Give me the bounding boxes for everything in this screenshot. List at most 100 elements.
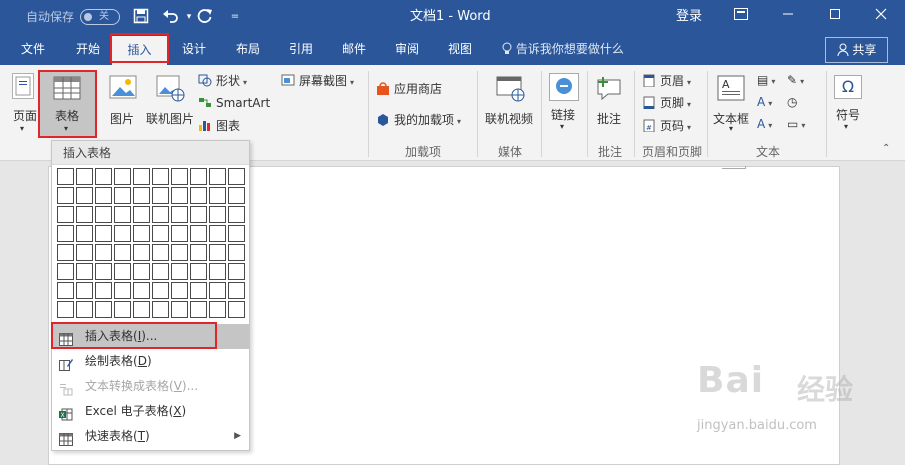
collapse-ribbon-icon[interactable]: ⌃ bbox=[882, 143, 890, 154]
online-picture-button[interactable]: 联机图片 bbox=[144, 69, 198, 129]
grid-cell[interactable] bbox=[228, 225, 245, 242]
customize-qat-icon[interactable]: = bbox=[226, 8, 244, 26]
link-button[interactable]: 链接 ▾ bbox=[545, 69, 583, 139]
grid-cell[interactable] bbox=[76, 301, 93, 318]
grid-cell[interactable] bbox=[95, 187, 112, 204]
date-time-icon[interactable]: ◷ bbox=[787, 95, 797, 109]
grid-cell[interactable] bbox=[171, 168, 188, 185]
grid-cell[interactable] bbox=[133, 244, 150, 261]
grid-cell[interactable] bbox=[95, 225, 112, 242]
undo-icon[interactable] bbox=[162, 8, 180, 26]
grid-cell[interactable] bbox=[57, 187, 74, 204]
grid-cell[interactable] bbox=[171, 282, 188, 299]
shapes-button[interactable]: 形状 ▾ bbox=[198, 71, 247, 91]
grid-cell[interactable] bbox=[171, 263, 188, 280]
grid-cell[interactable] bbox=[209, 263, 226, 280]
grid-cell[interactable] bbox=[228, 206, 245, 223]
footer-button[interactable]: 页脚 ▾ bbox=[642, 93, 691, 113]
grid-cell[interactable] bbox=[190, 187, 207, 204]
grid-cell[interactable] bbox=[228, 301, 245, 318]
grid-cell[interactable] bbox=[133, 263, 150, 280]
screenshot-button[interactable]: 屏幕截图 ▾ bbox=[281, 71, 354, 91]
tab-review[interactable]: 审阅 bbox=[383, 34, 431, 65]
grid-cell[interactable] bbox=[152, 225, 169, 242]
grid-cell[interactable] bbox=[171, 225, 188, 242]
grid-cell[interactable] bbox=[57, 244, 74, 261]
my-addins-button[interactable]: 我的加载项 ▾ bbox=[376, 110, 461, 130]
tab-references[interactable]: 引用 bbox=[277, 34, 325, 65]
grid-cell[interactable] bbox=[76, 168, 93, 185]
smartart-button[interactable]: SmartArt bbox=[198, 93, 270, 113]
grid-cell[interactable] bbox=[209, 225, 226, 242]
grid-cell[interactable] bbox=[152, 168, 169, 185]
tab-file[interactable]: 文件 bbox=[10, 34, 56, 65]
drop-cap-icon[interactable]: A ▾ bbox=[757, 117, 772, 131]
symbol-button[interactable]: Ω 符号 ▾ bbox=[830, 69, 866, 139]
grid-cell[interactable] bbox=[133, 301, 150, 318]
grid-cell[interactable] bbox=[228, 187, 245, 204]
grid-cell[interactable] bbox=[209, 187, 226, 204]
grid-cell[interactable] bbox=[190, 168, 207, 185]
login-link[interactable]: 登录 bbox=[676, 0, 702, 34]
grid-cell[interactable] bbox=[57, 301, 74, 318]
share-button[interactable]: 共享 bbox=[825, 37, 888, 63]
grid-cell[interactable] bbox=[209, 168, 226, 185]
grid-cell[interactable] bbox=[95, 244, 112, 261]
object-icon[interactable]: ▭ ▾ bbox=[787, 117, 805, 131]
grid-cell[interactable] bbox=[171, 301, 188, 318]
convert-text-item[interactable]: 文本转换成表格(V)... bbox=[52, 374, 249, 399]
autosave-toggle[interactable]: 关 bbox=[80, 9, 120, 25]
tell-me-box[interactable]: 告诉我你想要做什么 bbox=[502, 34, 624, 65]
grid-cell[interactable] bbox=[228, 168, 245, 185]
grid-cell[interactable] bbox=[171, 206, 188, 223]
minimize-icon[interactable] bbox=[765, 0, 811, 34]
grid-cell[interactable] bbox=[76, 244, 93, 261]
store-button[interactable]: 应用商店 bbox=[376, 79, 442, 99]
grid-cell[interactable] bbox=[209, 206, 226, 223]
grid-cell[interactable] bbox=[95, 168, 112, 185]
tab-layout[interactable]: 布局 bbox=[224, 34, 272, 65]
grid-cell[interactable] bbox=[114, 187, 131, 204]
grid-cell[interactable] bbox=[152, 282, 169, 299]
grid-cell[interactable] bbox=[228, 282, 245, 299]
grid-cell[interactable] bbox=[152, 244, 169, 261]
grid-cell[interactable] bbox=[152, 301, 169, 318]
tab-home[interactable]: 开始 bbox=[64, 34, 112, 65]
comment-button[interactable]: 批注 bbox=[591, 69, 629, 129]
draw-table-item[interactable]: 绘制表格(D) bbox=[52, 349, 249, 374]
grid-cell[interactable] bbox=[228, 244, 245, 261]
save-icon[interactable] bbox=[132, 8, 150, 26]
grid-cell[interactable] bbox=[133, 206, 150, 223]
grid-cell[interactable] bbox=[190, 301, 207, 318]
grid-cell[interactable] bbox=[114, 282, 131, 299]
grid-cell[interactable] bbox=[76, 225, 93, 242]
grid-cell[interactable] bbox=[76, 282, 93, 299]
table-size-grid[interactable] bbox=[57, 168, 247, 318]
close-icon[interactable] bbox=[858, 0, 904, 34]
textbox-button[interactable]: A 文本框 ▾ bbox=[711, 69, 753, 139]
grid-cell[interactable] bbox=[114, 263, 131, 280]
grid-cell[interactable] bbox=[190, 206, 207, 223]
tab-view[interactable]: 视图 bbox=[436, 34, 484, 65]
grid-cell[interactable] bbox=[57, 168, 74, 185]
page-number-button[interactable]: # 页码 ▾ bbox=[642, 116, 691, 136]
grid-cell[interactable] bbox=[133, 282, 150, 299]
tab-mailings[interactable]: 邮件 bbox=[330, 34, 378, 65]
grid-cell[interactable] bbox=[133, 187, 150, 204]
grid-cell[interactable] bbox=[95, 263, 112, 280]
grid-cell[interactable] bbox=[57, 282, 74, 299]
tab-design[interactable]: 设计 bbox=[170, 34, 218, 65]
grid-cell[interactable] bbox=[114, 206, 131, 223]
chart-button[interactable]: 图表 bbox=[198, 116, 240, 136]
ribbon-display-icon[interactable] bbox=[718, 0, 764, 34]
grid-cell[interactable] bbox=[57, 206, 74, 223]
grid-cell[interactable] bbox=[114, 225, 131, 242]
grid-cell[interactable] bbox=[114, 244, 131, 261]
quick-table-item[interactable]: 快速表格(T) ▶ bbox=[52, 424, 249, 449]
online-video-button[interactable]: 联机视频 bbox=[482, 69, 538, 129]
grid-cell[interactable] bbox=[76, 187, 93, 204]
grid-cell[interactable] bbox=[76, 263, 93, 280]
grid-cell[interactable] bbox=[228, 263, 245, 280]
grid-cell[interactable] bbox=[190, 225, 207, 242]
grid-cell[interactable] bbox=[76, 206, 93, 223]
